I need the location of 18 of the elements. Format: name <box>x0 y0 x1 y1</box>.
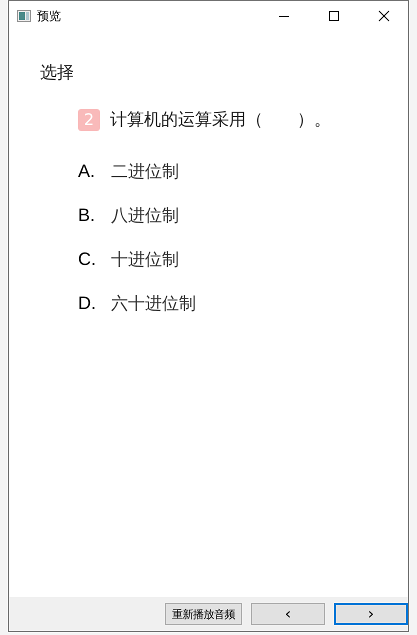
nav-button[interactable]: › <box>334 603 408 625</box>
option-letter: C. <box>78 248 97 270</box>
maximize-icon[interactable] <box>328 10 340 22</box>
question-text: 计算机的运算采用（ ）。 <box>110 109 331 131</box>
window-icon <box>17 10 31 22</box>
replay-button[interactable]: 重新播放音频 <box>165 603 242 625</box>
option-letter: D. <box>78 292 97 314</box>
option-text: 八进位制 <box>111 204 179 226</box>
nav-button[interactable]: ‹ <box>251 603 325 625</box>
section-title: 选择 <box>40 62 75 84</box>
option-letter: A. <box>78 160 96 182</box>
window-title: 预览 <box>37 8 61 24</box>
option-letter: B. <box>78 204 96 226</box>
option-text: 十进位制 <box>111 248 179 270</box>
close-icon[interactable] <box>378 10 390 22</box>
question-number: 2 <box>78 108 100 130</box>
option-text: 二进位制 <box>111 160 179 182</box>
option-text: 六十进位制 <box>111 292 196 314</box>
